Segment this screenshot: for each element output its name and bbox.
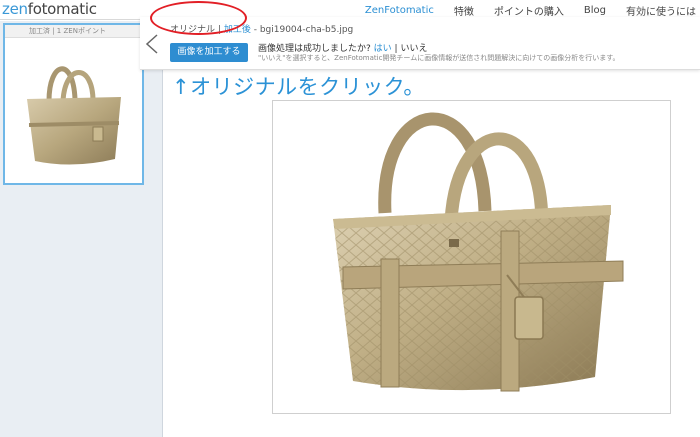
nav-buy-points[interactable]: ポイントの購入: [494, 3, 564, 18]
nav-blog[interactable]: Blog: [584, 5, 606, 16]
nav-zenfotomatic[interactable]: ZenFotomatic: [365, 5, 434, 16]
bag-preview-image: [333, 112, 624, 392]
feedback-note: "いいえ"を選択すると、ZenFotomatic開発チームに画像情報が送信され問…: [258, 54, 620, 62]
thumbnail-panel: 加工済 | 1 ZENポイント: [0, 21, 163, 437]
process-image-button[interactable]: 画像を加工する: [170, 43, 248, 62]
bag-thumbnail-image: [27, 66, 121, 165]
logo-text-fotomatic: fotomatic: [27, 0, 97, 18]
annotation-circle: [150, 1, 247, 35]
thumbnail-card[interactable]: 加工済 | 1 ZENポイント: [3, 23, 144, 185]
filename-dash: -: [253, 25, 257, 35]
chevron-left-icon[interactable]: [144, 33, 160, 55]
annotation-hint: ↑オリジナルをクリック。: [172, 75, 425, 99]
image-preview-frame: [272, 100, 671, 414]
logo[interactable]: zenfotomatic: [2, 0, 97, 19]
nav-features[interactable]: 特徴: [454, 3, 474, 18]
logo-text-zen: zen: [2, 0, 28, 18]
filename: bgi19004-cha-b5.jpg: [259, 25, 354, 35]
nav-how-to-use[interactable]: 有効に使うには: [626, 3, 696, 18]
thumbnail-header: 加工済 | 1 ZENポイント: [5, 25, 142, 38]
